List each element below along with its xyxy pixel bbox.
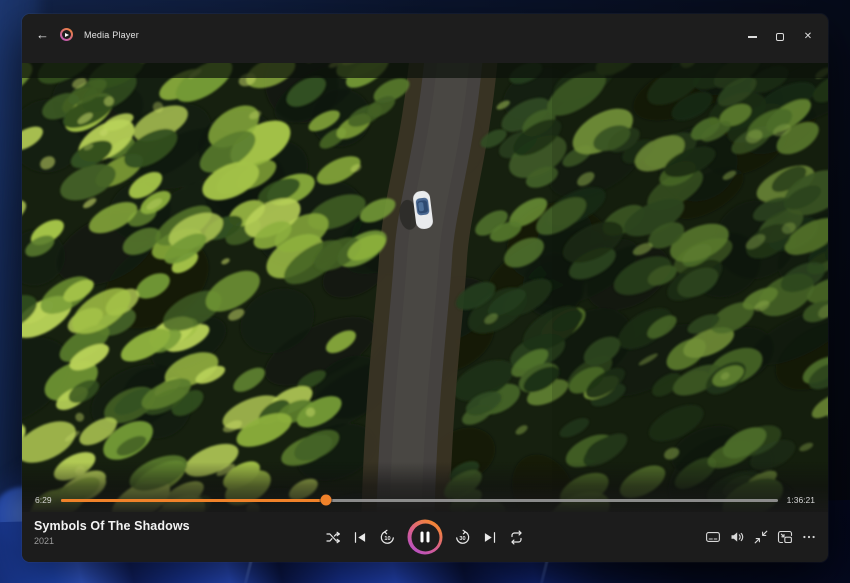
maximize-icon bbox=[776, 33, 784, 41]
volume-icon bbox=[729, 529, 745, 545]
close-icon: ✕ bbox=[804, 32, 812, 42]
compact-view-button[interactable] bbox=[750, 526, 772, 548]
video-frame bbox=[22, 63, 828, 512]
playback-controlbar: Symbols Of The Shadows 2021 bbox=[22, 512, 828, 562]
total-time: 1:36:21 bbox=[787, 495, 815, 505]
skip-back-10-button[interactable]: 10 bbox=[376, 525, 400, 549]
transport-controls: 10 30 bbox=[322, 520, 529, 555]
skip-back-10-icon: 10 bbox=[380, 529, 396, 545]
seek-bar[interactable] bbox=[61, 499, 778, 502]
seek-overlay: 6:29 1:36:21 bbox=[22, 462, 828, 512]
pause-button[interactable] bbox=[408, 520, 443, 555]
skip-forward-30-icon: 30 bbox=[455, 529, 471, 545]
svg-text:30: 30 bbox=[459, 535, 465, 541]
repeat-button[interactable] bbox=[505, 525, 529, 549]
track-year: 2021 bbox=[34, 536, 190, 546]
repeat-icon bbox=[509, 529, 525, 545]
desktop: ← Media Player ✕ bbox=[0, 0, 850, 583]
forest-road bbox=[405, 63, 455, 512]
video-canvas[interactable]: 6:29 1:36:21 bbox=[22, 63, 828, 512]
captions-icon bbox=[705, 529, 721, 545]
mini-player-icon bbox=[777, 529, 793, 545]
minimize-icon bbox=[748, 36, 757, 37]
pause-icon bbox=[427, 532, 430, 543]
next-track-icon bbox=[482, 529, 498, 545]
volume-button[interactable] bbox=[726, 526, 748, 548]
back-button[interactable]: ← bbox=[36, 28, 49, 41]
captions-button[interactable] bbox=[702, 526, 724, 548]
compact-view-icon bbox=[753, 529, 769, 545]
mini-player-button[interactable] bbox=[774, 526, 796, 548]
media-player-window: ← Media Player ✕ bbox=[22, 14, 828, 562]
app-title: Media Player bbox=[84, 28, 139, 40]
seek-progress bbox=[61, 499, 326, 502]
maximize-button[interactable] bbox=[766, 26, 794, 48]
elapsed-time: 6:29 bbox=[35, 495, 52, 505]
media-player-app-icon bbox=[60, 28, 73, 41]
minimize-button[interactable] bbox=[738, 26, 766, 48]
svg-text:10: 10 bbox=[384, 535, 390, 541]
shuffle-icon bbox=[326, 529, 342, 545]
seek-thumb[interactable] bbox=[320, 495, 331, 506]
pause-icon bbox=[420, 532, 423, 543]
more-options-button[interactable] bbox=[798, 526, 820, 548]
window-controls: ✕ bbox=[738, 26, 822, 48]
previous-button[interactable] bbox=[349, 525, 373, 549]
more-options-icon bbox=[801, 529, 817, 545]
shuffle-button[interactable] bbox=[322, 525, 346, 549]
close-button[interactable]: ✕ bbox=[794, 26, 822, 48]
play-icon bbox=[65, 33, 69, 37]
next-button[interactable] bbox=[478, 525, 502, 549]
track-title: Symbols Of The Shadows bbox=[34, 519, 190, 533]
skip-forward-30-button[interactable]: 30 bbox=[451, 525, 475, 549]
now-playing: Symbols Of The Shadows 2021 bbox=[34, 519, 190, 546]
secondary-controls bbox=[702, 526, 820, 548]
previous-track-icon bbox=[353, 529, 369, 545]
titlebar[interactable]: ← Media Player ✕ bbox=[22, 14, 828, 63]
